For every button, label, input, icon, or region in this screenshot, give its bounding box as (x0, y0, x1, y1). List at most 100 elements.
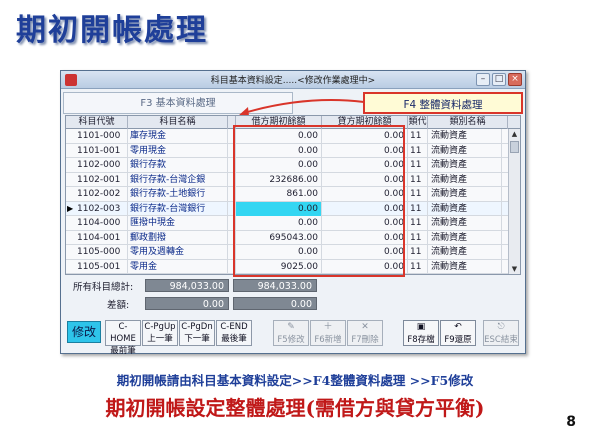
delete-button[interactable]: ✕ F7刪除 (347, 320, 383, 346)
totals-panel: 所有科目總計: 984,033.00 984,033.00 差額: 0.00 0… (65, 277, 365, 313)
cell-cat: 11 (408, 143, 428, 158)
cell-name: 銀行存款 (128, 158, 228, 172)
first-record-button[interactable]: C-HOME 最前筆 (105, 320, 141, 356)
table-scrollbar[interactable]: ▲ ▼ (508, 129, 520, 274)
exit-icon: ⎋ (497, 322, 505, 332)
tab-overall-data[interactable]: F4 整體資料處理 (363, 92, 523, 114)
window-title: 科目基本資料設定.....<修改作業處理中> (210, 76, 376, 86)
cell-code: 1102-002 (74, 187, 128, 201)
maximize-button[interactable]: □ (492, 73, 506, 86)
next-record-button[interactable]: C-PgDn 下一筆 (179, 320, 215, 346)
first-record-label: 最前筆 (110, 346, 136, 356)
prev-record-button[interactable]: C-PgUp 上一筆 (142, 320, 178, 346)
cell-name: 銀行存款-台灣銀行 (128, 201, 228, 216)
restore-button[interactable]: ↶ F9還原 (440, 320, 476, 346)
cell-name: 零用現金 (128, 143, 228, 158)
cell-catname: 流動資產 (428, 129, 502, 143)
cell-catname: 流動資產 (428, 187, 502, 201)
cell-catname: 流動資產 (428, 230, 502, 245)
diff-debit: 0.00 (145, 297, 229, 310)
header-cat[interactable]: 類代 (408, 116, 428, 129)
slide-title: 期初開帳處理 (16, 13, 208, 48)
cell-name: 有價證券 (128, 274, 228, 275)
cell-catname: 流動資產 (428, 201, 502, 216)
cell-cat: 11 (408, 158, 428, 172)
cell-catname: 流動資產 (428, 274, 502, 275)
close-button[interactable]: × (508, 73, 522, 86)
last-record-label: 最後筆 (221, 334, 247, 344)
scroll-down-icon[interactable]: ▼ (509, 264, 520, 274)
cell-name: 零用及週轉金 (128, 245, 228, 259)
next-record-key: C-PgDn (181, 322, 213, 332)
add-icon: ＋ (323, 322, 333, 332)
cell-cat: 11 (408, 201, 428, 216)
cell-name: 匯撥中現金 (128, 216, 228, 230)
cell-catname: 流動資產 (428, 158, 502, 172)
cell-cat: 11 (408, 230, 428, 245)
toolbar: 修改 C-HOME 最前筆 C-PgUp 上一筆 C-PgDn 下一筆 C-EN… (65, 317, 521, 356)
add-label: F6新增 (314, 335, 342, 345)
save-label: F8存檔 (407, 335, 435, 345)
cell-catname: 流動資產 (428, 216, 502, 230)
app-window: 科目基本資料設定.....<修改作業處理中> – □ × F3 基本資料處理 F… (60, 70, 526, 356)
diff-credit: 0.00 (233, 297, 317, 310)
current-row-icon: ▶ (67, 203, 74, 213)
cell-name: 銀行存款-台灣企銀 (128, 172, 228, 187)
edit-icon: ✎ (287, 322, 295, 332)
window-titlebar[interactable]: 科目基本資料設定.....<修改作業處理中> – □ × (61, 71, 525, 89)
cell-code: 1101-001 (74, 143, 128, 158)
header-catname[interactable]: 類別名稱 (428, 116, 508, 129)
save-icon: ▣ (416, 322, 426, 332)
total-debit: 984,033.00 (145, 279, 229, 292)
page-number: 8 (566, 414, 576, 430)
cell-cat: 11 (408, 129, 428, 143)
cell-catname: 流動資產 (428, 245, 502, 259)
minimize-button[interactable]: – (476, 73, 490, 86)
cell-name: 零用金 (128, 259, 228, 274)
cell-cat: 11 (408, 172, 428, 187)
restore-label: F9還原 (444, 335, 472, 345)
last-record-key: C-END (220, 322, 248, 332)
exit-button[interactable]: ⎋ ESC結束 (483, 320, 519, 346)
prev-record-label: 上一筆 (147, 334, 173, 344)
add-button[interactable]: ＋ F6新增 (310, 320, 346, 346)
save-button[interactable]: ▣ F8存檔 (403, 320, 439, 346)
cell-cat: 11 (408, 245, 428, 259)
next-record-label: 下一筆 (184, 334, 210, 344)
cell-code: 1104-000 (74, 216, 128, 230)
cell-name: 庫存現金 (128, 129, 228, 143)
cell-code: 1102-000 (74, 158, 128, 172)
cell-cat: 11 (408, 274, 428, 275)
cell-cat: 11 (408, 259, 428, 274)
cell-name: 銀行存款-土地銀行 (128, 187, 228, 201)
delete-icon: ✕ (361, 322, 369, 332)
balance-columns-highlight (233, 125, 405, 277)
cell-code: 1105-001 (74, 259, 128, 274)
cell-cat: 11 (408, 187, 428, 201)
delete-label: F7刪除 (351, 335, 379, 345)
scroll-up-icon[interactable]: ▲ (509, 129, 520, 140)
last-record-button[interactable]: C-END 最後筆 (216, 320, 252, 346)
edit-label: F5修改 (277, 335, 305, 345)
edit-button[interactable]: ✎ F5修改 (273, 320, 309, 346)
cell-code: 1131-000 (74, 274, 128, 275)
cell-code: 1102-003 (74, 201, 128, 216)
cell-cat: 11 (408, 216, 428, 230)
cell-code: 1105-000 (74, 245, 128, 259)
cell-catname: 流動資產 (428, 172, 502, 187)
cell-code: 1102-001 (74, 172, 128, 187)
cell-name: 郵政劃撥 (128, 230, 228, 245)
scroll-thumb[interactable] (510, 141, 519, 153)
first-record-key: C-HOME (110, 322, 136, 344)
header-name[interactable]: 科目名稱 (128, 116, 228, 129)
cell-code: 1104-001 (74, 230, 128, 245)
cell-catname: 流動資產 (428, 143, 502, 158)
prev-record-key: C-PgUp (144, 322, 176, 332)
cell-code: 1101-000 (74, 129, 128, 143)
header-code[interactable]: 科目代號 (66, 116, 128, 129)
exit-label: ESC結束 (484, 335, 518, 345)
instruction-text: 期初開帳請由科目基本資料設定>>F4整體資料處理 >>F5修改 (116, 373, 474, 388)
cell-catname: 流動資產 (428, 259, 502, 274)
total-credit: 984,033.00 (233, 279, 317, 292)
undo-icon: ↶ (454, 322, 462, 332)
